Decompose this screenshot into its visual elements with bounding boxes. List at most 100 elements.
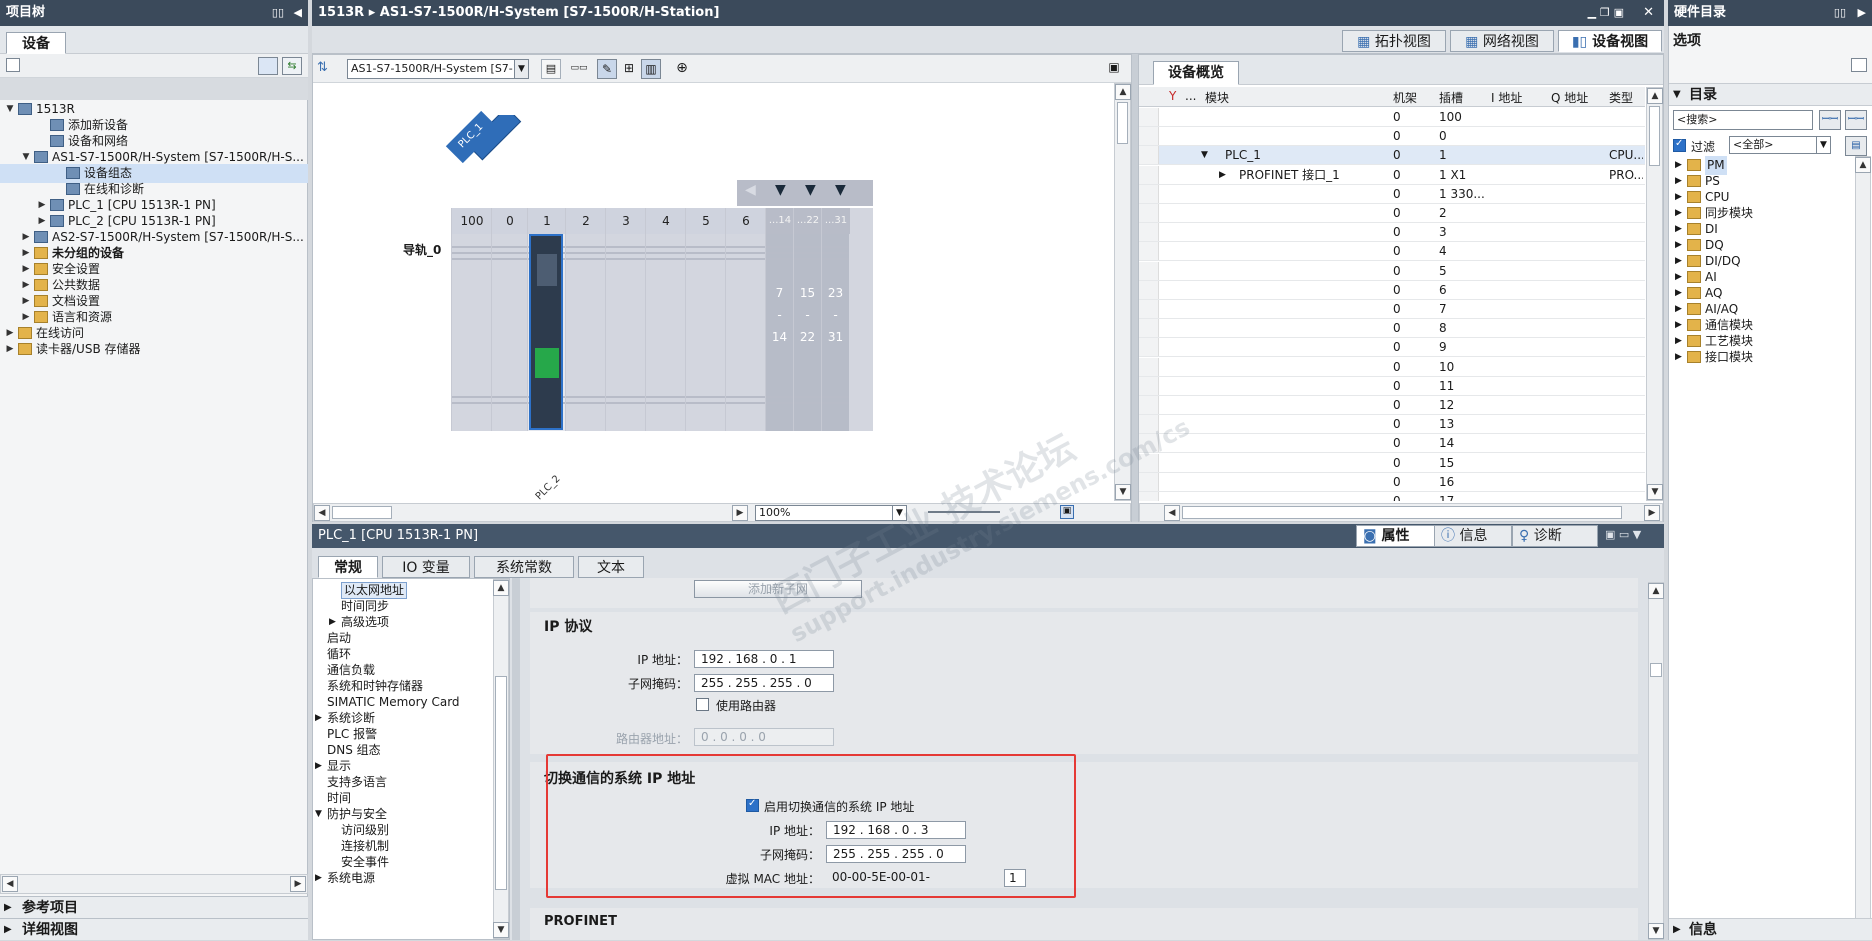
window-controls-icon[interactable]: ▁ ❐ ▣: [1588, 0, 1624, 26]
expand-icon[interactable]: ▼: [775, 182, 786, 198]
zoom-select[interactable]: 100% ▼: [755, 505, 907, 521]
scroll-thumb[interactable]: [332, 506, 392, 519]
filter-icon[interactable]: Y: [1169, 89, 1176, 103]
expand-toggle-icon[interactable]: ▶: [1219, 166, 1226, 185]
use-router-checkbox[interactable]: [696, 698, 709, 711]
rack-slot[interactable]: ...14 7 - 14: [765, 208, 794, 431]
chevron-down-icon[interactable]: ▼: [892, 506, 906, 520]
search-down-icon[interactable]: ꟷꟷ: [1819, 110, 1841, 130]
overview-h-scrollbar[interactable]: ◀ ▶: [1139, 503, 1663, 522]
device-icon[interactable]: ⇅: [317, 60, 335, 78]
scroll-thumb[interactable]: [1650, 663, 1662, 677]
tab-info[interactable]: ⓘ 信息: [1434, 525, 1512, 547]
table-row[interactable]: 00: [1139, 127, 1645, 147]
ip-address-field[interactable]: 192 . 168 . 0 . 1: [694, 650, 834, 668]
content-v-scrollbar[interactable]: ▲ ▼: [1648, 582, 1664, 940]
table-row[interactable]: ▼ PLC_1 0 1 CPU...: [1139, 146, 1645, 166]
tab-device-overview[interactable]: 设备概览: [1153, 61, 1239, 85]
rack-slot[interactable]: 2: [565, 208, 606, 431]
catalog-filter-icon[interactable]: ▤: [1845, 136, 1867, 156]
scroll-right-icon[interactable]: ▶: [732, 505, 748, 521]
table-row[interactable]: 07: [1139, 300, 1645, 319]
scroll-left-icon[interactable]: ◀: [314, 505, 330, 521]
expand-toggle-icon[interactable]: ▶: [315, 869, 322, 888]
scroll-up-icon[interactable]: ▲: [1647, 88, 1663, 104]
table-row[interactable]: 09: [1139, 338, 1645, 358]
pencil-icon[interactable]: ✎: [597, 59, 617, 79]
scroll-up-icon[interactable]: ▲: [1648, 583, 1664, 599]
tab-network-view[interactable]: ▦ 网络视图: [1450, 30, 1554, 52]
expand-toggle-icon[interactable]: ▶: [4, 340, 16, 359]
project-icon[interactable]: [6, 58, 20, 72]
table-row[interactable]: 0 13: [1139, 415, 1645, 435]
col-q-address[interactable]: Q 地址: [1551, 89, 1588, 106]
details-view-header[interactable]: ▶ 详细视图: [0, 918, 308, 940]
zoom-slider[interactable]: [928, 511, 1000, 513]
cpu-module[interactable]: [529, 234, 563, 430]
table-view-icon[interactable]: [258, 57, 278, 75]
fit-icon[interactable]: ▣: [1060, 505, 1074, 519]
tab-io-tags[interactable]: IO 变量: [382, 556, 470, 578]
tab-texts[interactable]: 文本: [578, 556, 644, 578]
table-row[interactable]: 02: [1139, 204, 1645, 223]
scroll-left-icon[interactable]: ◀: [1164, 505, 1180, 521]
scroll-thumb[interactable]: [495, 676, 507, 890]
table-icon[interactable]: ▥: [641, 59, 661, 79]
scroll-right-icon[interactable]: ▶: [290, 876, 306, 892]
tree-h-scrollbar[interactable]: ◀ ▶: [0, 874, 308, 894]
chevron-down-icon[interactable]: ▼: [514, 60, 528, 78]
graphic-h-scrollbar[interactable]: ◀ ▶ 100% ▼ ▣: [313, 503, 1131, 522]
tab-topology-view[interactable]: ▦ 拓扑视图: [1342, 30, 1446, 52]
router-address-field[interactable]: 0 . 0 . 0 . 0: [694, 728, 834, 746]
rack-slot[interactable]: 100: [451, 208, 492, 431]
filter-select[interactable]: <全部> ▼: [1729, 136, 1831, 154]
rack-slot[interactable]: ...22 15 - 22: [793, 208, 822, 431]
col-type[interactable]: 类型: [1609, 89, 1633, 106]
table-row[interactable]: ▶ PROFINET 接口_1 0 1 X1 PRO...: [1139, 165, 1645, 185]
expand-toggle-icon[interactable]: ▼: [1201, 146, 1208, 165]
table-row[interactable]: 0 15: [1139, 453, 1645, 473]
rack-slot[interactable]: ...31 23 - 31: [821, 208, 850, 431]
subnet-mask-field[interactable]: 255 . 255 . 255 . 0: [694, 674, 834, 692]
table-row[interactable]: 06: [1139, 280, 1645, 300]
table-row[interactable]: 04: [1139, 242, 1645, 262]
info-header[interactable]: ▶ 信息: [1669, 918, 1872, 940]
rack-slot[interactable]: 0: [491, 208, 528, 431]
scroll-down-icon[interactable]: ▼: [1647, 484, 1663, 500]
pin-icon[interactable]: ▯▯: [272, 0, 284, 26]
expand-toggle-icon[interactable]: ▶: [1675, 348, 1682, 367]
collapse-left-icon[interactable]: ◀: [294, 0, 302, 26]
tab-diagnostics[interactable]: ♀ 诊断: [1512, 525, 1598, 547]
col-slot[interactable]: 插槽: [1439, 89, 1463, 106]
table-row[interactable]: 0 12: [1139, 396, 1645, 415]
zoom-icon[interactable]: ⊕: [669, 59, 695, 79]
table-row[interactable]: 0 14: [1139, 434, 1645, 454]
device-select[interactable]: AS1-S7-1500R/H-System [S7-1 ▼: [347, 59, 529, 79]
labels-icon[interactable]: ▭▭: [569, 59, 589, 79]
expand-icon[interactable]: ▼: [835, 182, 846, 198]
catalog-v-scrollbar[interactable]: ▲ ▼: [1855, 156, 1871, 936]
col-module[interactable]: 模块: [1205, 89, 1229, 106]
table-row[interactable]: 03: [1139, 223, 1645, 243]
tab-devices[interactable]: 设备: [6, 32, 66, 54]
collapse-icon[interactable]: ◀: [745, 182, 756, 198]
rack-slot[interactable]: 6: [725, 208, 766, 431]
chevron-down-icon[interactable]: ▼: [1816, 137, 1830, 153]
nav-v-scrollbar[interactable]: ▲ ▼: [493, 579, 509, 939]
inspector-window-controls-icon[interactable]: ▣ ▭ ▼: [1605, 528, 1661, 546]
table-row[interactable]: 05: [1139, 261, 1645, 281]
nav-item[interactable]: ▶ 系统电源: [313, 869, 493, 888]
collapse-right-icon[interactable]: ▶: [1858, 0, 1866, 26]
table-row[interactable]: 0 11: [1139, 376, 1645, 396]
overview-v-scrollbar[interactable]: ▲ ▼: [1646, 87, 1663, 501]
scroll-left-icon[interactable]: ◀: [2, 876, 18, 892]
scroll-down-icon[interactable]: ▼: [493, 922, 509, 938]
rack-icon[interactable]: ▤: [541, 59, 561, 79]
filter-checkbox[interactable]: [1673, 138, 1686, 152]
tree-item[interactable]: ▶ 读卡器/USB 存储器: [0, 340, 308, 359]
scroll-thumb[interactable]: [1117, 102, 1128, 144]
add-subnet-button[interactable]: 添加新子网: [694, 580, 862, 598]
scroll-down-icon[interactable]: ▼: [1115, 484, 1131, 500]
overview-icon[interactable]: ▣: [1105, 60, 1123, 78]
tab-device-view[interactable]: ▮▯ 设备视图: [1558, 30, 1662, 52]
